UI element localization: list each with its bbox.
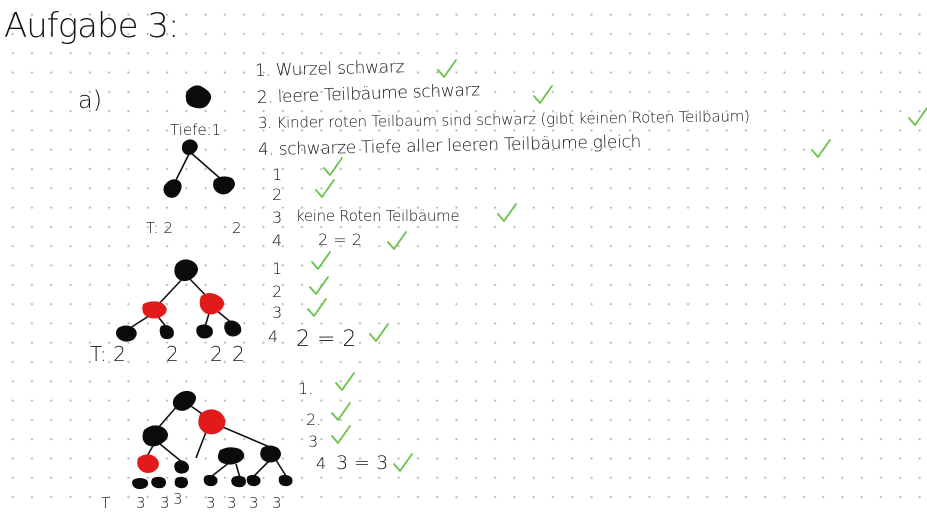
tree4-edge-l [157, 404, 179, 429]
check-icon [437, 59, 457, 78]
b2-num-3: 3 [272, 208, 283, 227]
tree3-leaf-3 [196, 324, 213, 339]
check-icon [393, 453, 413, 472]
tree4-leaf-3 [174, 476, 188, 489]
tree2-left-leaf [163, 179, 182, 198]
tree3-depth-2: 2 [166, 342, 179, 366]
tree4-depth-7: 3 [272, 494, 282, 512]
b4-num-2: 2. [306, 410, 322, 429]
tree4-depth-t: T [101, 494, 111, 512]
tree3-leaf-1 [116, 325, 137, 342]
tree4-depth-3: 3 [173, 490, 183, 508]
tree3-depth-4: 2 [232, 342, 245, 366]
tree4-depth-1: 3 [136, 494, 146, 512]
b2-num-4: 4 [272, 231, 283, 250]
b4-text-4: 3 = 3 [336, 452, 389, 474]
tree4-leaf-7 [278, 474, 293, 487]
tree2-edge-left [175, 151, 191, 181]
tree4-black-node-rl [217, 447, 245, 465]
tree4-depth-6: 3 [249, 494, 259, 512]
b3-num-1: 1 [272, 259, 283, 278]
tree4-edge-lr [159, 443, 183, 463]
tree2-edge-right [189, 151, 223, 181]
check-icon [533, 85, 553, 104]
b4-num-1: 1. [298, 379, 314, 398]
check-icon [811, 139, 831, 158]
check-icon [908, 107, 927, 126]
check-icon [335, 372, 355, 391]
tree3-leaf-4 [224, 320, 242, 337]
tree3-red-node-right [199, 293, 225, 315]
tree4-depth-2: 3 [160, 494, 170, 512]
tree3-leaf-2 [159, 325, 174, 340]
tree2-root-node [181, 139, 198, 155]
b2-num-2: 2 [272, 185, 283, 204]
b3-num-3: 3 [272, 303, 283, 322]
b4-num-4: 4 [316, 454, 327, 473]
check-icon [307, 298, 327, 317]
tree4-edge-rrr [275, 459, 287, 477]
check-icon [331, 402, 351, 421]
tree3-depth-t: T: 2 [90, 342, 126, 366]
tree1-root-node [185, 85, 212, 109]
tree4-leaf-lr [174, 460, 189, 474]
check-icon [315, 179, 335, 198]
tree4-leaf-1 [132, 478, 149, 490]
tree4-red-node-ll [137, 454, 159, 473]
check-icon [331, 425, 351, 444]
b3-num-2: 2 [272, 282, 283, 301]
tree3-depth-3: 2 [210, 342, 223, 366]
tree4-edge-rr [217, 424, 273, 449]
tree4-edge-rrl [253, 459, 271, 477]
check-icon [369, 323, 389, 342]
tree4-red-node-right [198, 409, 226, 435]
b2-num-1: 1 [272, 165, 283, 184]
tree4-edge-rl [195, 431, 207, 459]
tree4-depth-5: 3 [227, 494, 237, 512]
check-icon [323, 157, 343, 176]
check-icon [387, 231, 407, 250]
tree4-leaf-4 [203, 474, 218, 487]
tree2-depth-right: 2 [232, 219, 242, 237]
tree4-black-node-left [142, 425, 168, 447]
tree2-right-leaf [213, 176, 235, 195]
b3-text-4: 2 = 2 [296, 327, 357, 352]
tree1-depth-label: Tiefe:1 [170, 121, 222, 139]
tree4-leaf-6 [246, 474, 261, 487]
check-icon [309, 276, 329, 295]
tree4-leaf-2 [151, 476, 166, 489]
b2-text-3: keine Roten Teilbäume [296, 207, 460, 225]
tree4-depth-4: 3 [206, 494, 216, 512]
rule-1: 1. Wurzel schwarz [254, 57, 405, 81]
tree2-depth-left: T: 2 [146, 219, 173, 237]
tree3-red-node-left [142, 301, 167, 319]
tree4-black-node-rr [260, 445, 281, 463]
check-icon [497, 203, 517, 222]
check-icon [311, 251, 331, 270]
b2-text-4: 2 = 2 [318, 230, 362, 249]
tree3-root-node [174, 259, 198, 282]
b3-num-4: 4 [268, 327, 279, 346]
tree4-leaf-5 [231, 475, 246, 488]
tree-diagrams [116, 85, 293, 490]
b4-num-3: 3 [308, 432, 319, 451]
